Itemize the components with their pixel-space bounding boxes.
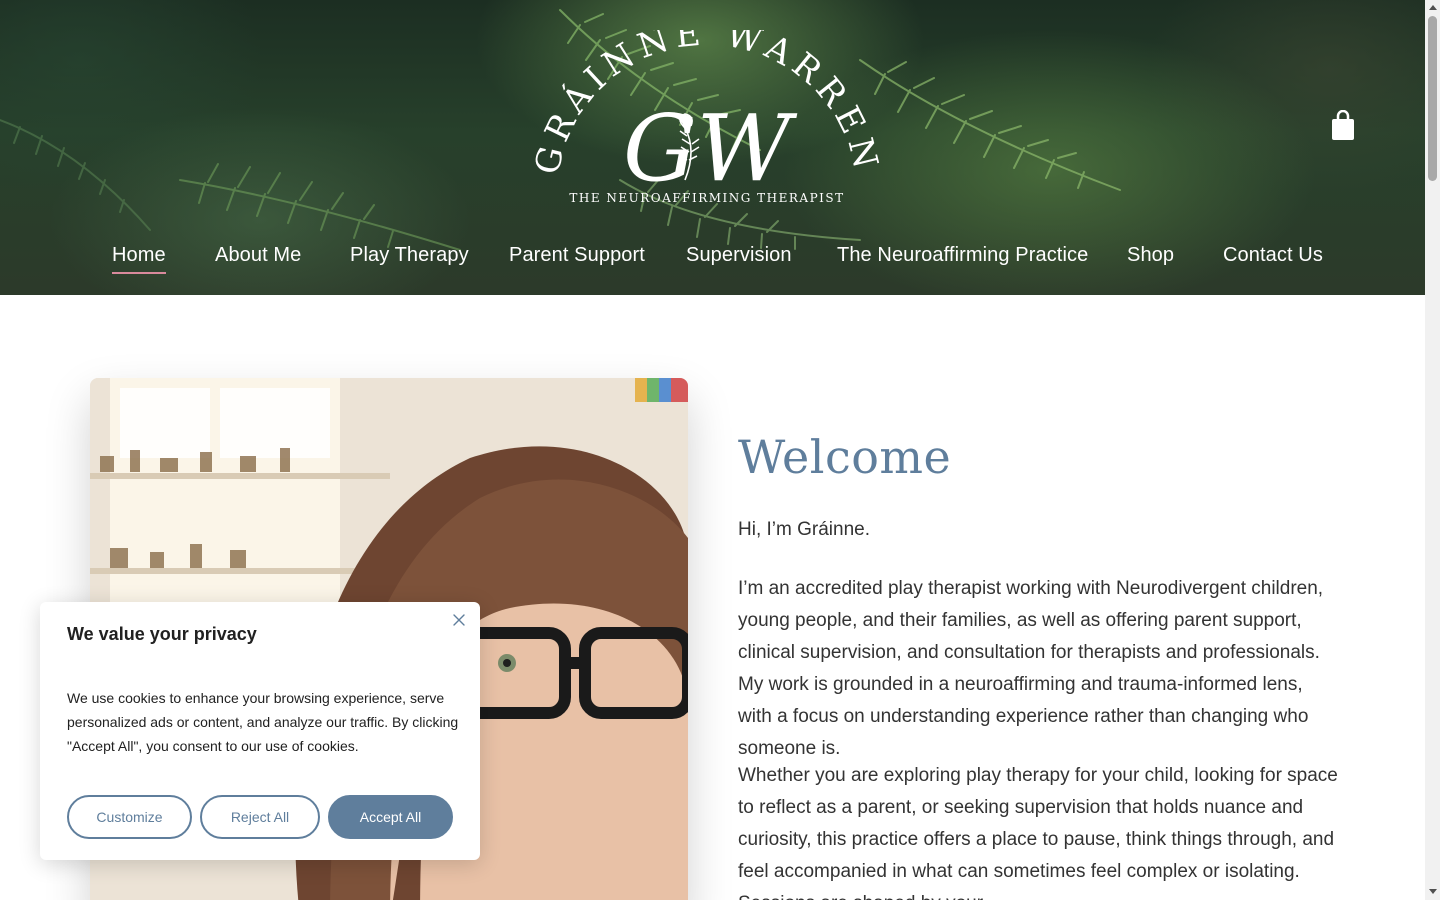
scrollbar-thumb[interactable] bbox=[1428, 16, 1437, 181]
close-icon[interactable] bbox=[451, 612, 467, 628]
welcome-heading: Welcome bbox=[738, 430, 952, 484]
nav-item-shop[interactable]: Shop bbox=[1127, 244, 1174, 267]
main-navigation: Home About Me Play Therapy Parent Suppor… bbox=[0, 240, 1425, 280]
brand-tagline: THE NEUROAFFIRMING THERAPIST bbox=[569, 191, 844, 205]
site-header: GRÁINNE WARREN GW THE NEUROAFFIRMING THE… bbox=[0, 0, 1425, 295]
nav-item-parent-support[interactable]: Parent Support bbox=[509, 244, 645, 267]
cookie-banner-title: We value your privacy bbox=[67, 624, 257, 644]
practice-paragraph: Whether you are exploring play therapy f… bbox=[738, 765, 1338, 900]
scroll-up-arrow-icon[interactable] bbox=[1429, 5, 1437, 10]
scroll-down-arrow-icon[interactable] bbox=[1429, 889, 1437, 894]
nav-item-about-me[interactable]: About Me bbox=[215, 244, 301, 267]
nav-item-contact-us[interactable]: Contact Us bbox=[1223, 244, 1323, 267]
shopping-bag-icon[interactable] bbox=[1330, 110, 1356, 142]
cookie-consent-banner: We value your privacy We use cookies to … bbox=[40, 602, 480, 860]
reject-all-button[interactable]: Reject All bbox=[200, 795, 320, 839]
page-scrollbar[interactable] bbox=[1425, 0, 1440, 900]
nav-item-play-therapy[interactable]: Play Therapy bbox=[350, 244, 469, 267]
greeting-text: Hi, I’m Gráinne. bbox=[738, 519, 870, 540]
nav-item-supervision[interactable]: Supervision bbox=[686, 244, 792, 267]
customize-button[interactable]: Customize bbox=[67, 795, 192, 839]
intro-paragraph: I’m an accredited play therapist working… bbox=[738, 578, 1324, 759]
brand-logo[interactable]: GRÁINNE WARREN GW THE NEUROAFFIRMING THE… bbox=[535, 30, 880, 215]
nav-item-home[interactable]: Home bbox=[112, 244, 166, 274]
cookie-banner-text: We use cookies to enhance your browsing … bbox=[67, 690, 459, 754]
brand-monogram: GW bbox=[623, 95, 797, 202]
nav-item-neuroaffirming-practice[interactable]: The Neuroaffirming Practice bbox=[837, 244, 1088, 267]
accept-all-button[interactable]: Accept All bbox=[328, 795, 453, 839]
